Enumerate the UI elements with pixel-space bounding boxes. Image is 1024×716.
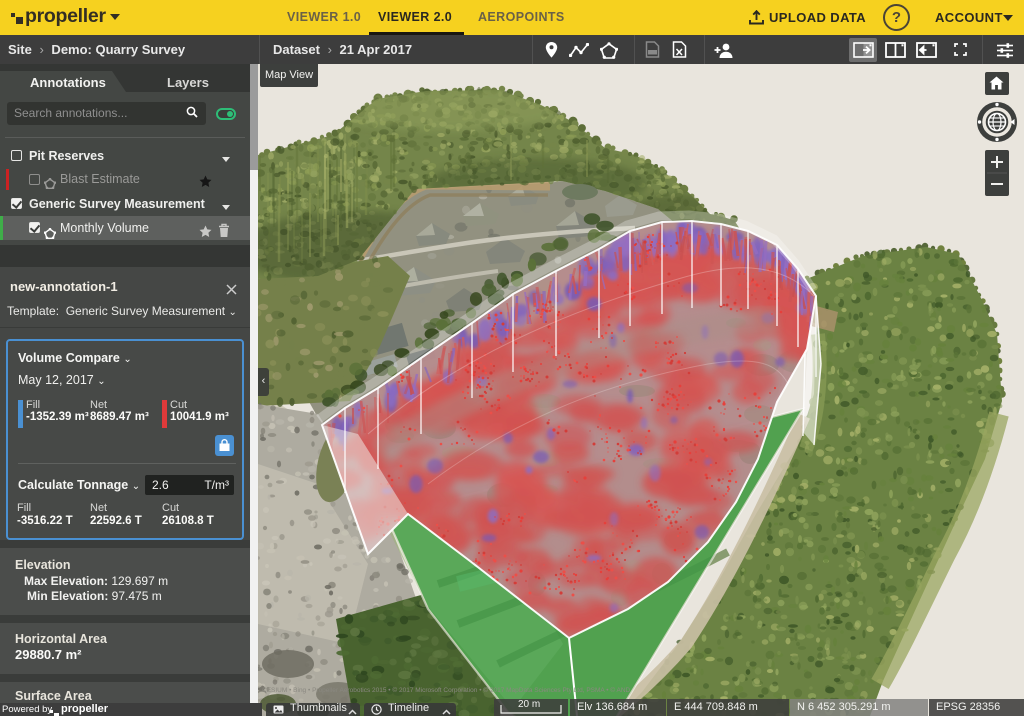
svg-text:CESIUM • Bing • Propeller Aero: CESIUM • Bing • Propeller Aerobotics 201…	[262, 686, 631, 694]
